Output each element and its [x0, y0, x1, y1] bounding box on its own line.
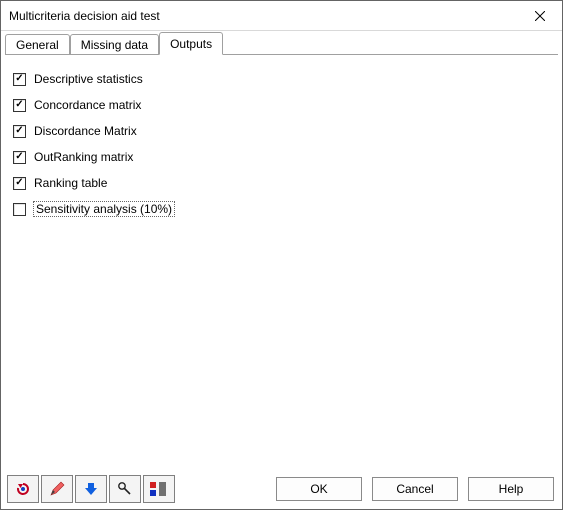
help-button[interactable]: Help — [468, 477, 554, 501]
checkbox-row-sensitivity-analysis[interactable]: Sensitivity analysis (10%) — [13, 197, 550, 221]
palette-button[interactable] — [143, 475, 175, 503]
tab-outputs[interactable]: Outputs — [159, 32, 223, 55]
tab-general[interactable]: General — [5, 34, 70, 55]
wand-button[interactable] — [109, 475, 141, 503]
tab-content-outputs: Descriptive statistics Concordance matri… — [1, 55, 562, 471]
edit-button[interactable] — [41, 475, 73, 503]
toolbar — [7, 475, 177, 503]
checkbox[interactable] — [13, 73, 26, 86]
cancel-button[interactable]: Cancel — [372, 477, 458, 501]
checkbox-row-concordance-matrix[interactable]: Concordance matrix — [13, 93, 550, 117]
checkbox-row-descriptive-statistics[interactable]: Descriptive statistics — [13, 67, 550, 91]
dialog-window: Multicriteria decision aid test General … — [0, 0, 563, 510]
palette-icon — [149, 481, 169, 497]
down-arrow-icon — [83, 481, 99, 497]
pencil-icon — [49, 481, 65, 497]
wand-icon — [117, 481, 133, 497]
checkbox[interactable] — [13, 99, 26, 112]
tab-strip: General Missing data Outputs — [1, 31, 562, 55]
checkbox-row-discordance-matrix[interactable]: Discordance Matrix — [13, 119, 550, 143]
dialog-footer: OK Cancel Help — [1, 471, 562, 509]
checkbox-label: OutRanking matrix — [34, 150, 133, 164]
reset-icon — [15, 481, 31, 497]
checkbox-label: Concordance matrix — [34, 98, 141, 112]
checkbox-label: Ranking table — [34, 176, 107, 190]
close-icon — [535, 11, 545, 21]
reset-button[interactable] — [7, 475, 39, 503]
tab-missing-data[interactable]: Missing data — [70, 34, 159, 55]
titlebar: Multicriteria decision aid test — [1, 1, 562, 31]
checkbox-label: Descriptive statistics — [34, 72, 143, 86]
checkbox[interactable] — [13, 203, 26, 216]
ok-button[interactable]: OK — [276, 477, 362, 501]
titlebar-title: Multicriteria decision aid test — [9, 9, 517, 23]
checkbox-label: Sensitivity analysis (10%) — [34, 202, 174, 216]
download-button[interactable] — [75, 475, 107, 503]
close-button[interactable] — [517, 1, 562, 31]
checkbox-label: Discordance Matrix — [34, 124, 137, 138]
checkbox[interactable] — [13, 177, 26, 190]
checkbox[interactable] — [13, 125, 26, 138]
checkbox-row-ranking-table[interactable]: Ranking table — [13, 171, 550, 195]
checkbox[interactable] — [13, 151, 26, 164]
checkbox-row-outranking-matrix[interactable]: OutRanking matrix — [13, 145, 550, 169]
